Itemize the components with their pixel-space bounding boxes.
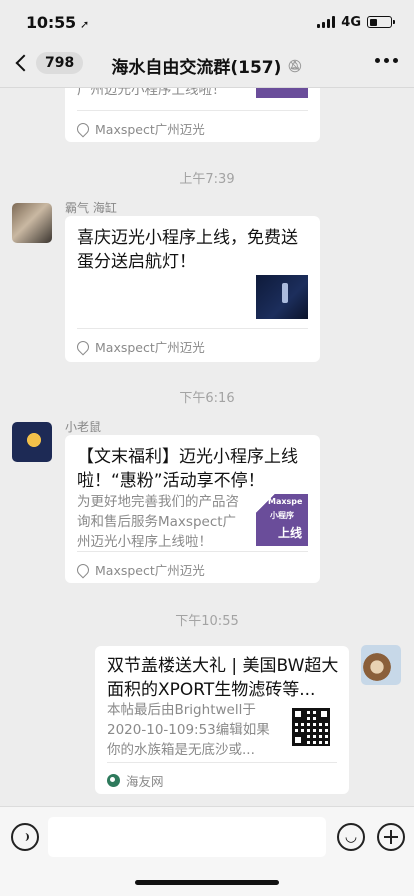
link-card[interactable]: 【文末福利】迈光小程序上线啦！“惠粉”活动享不停！ 为更好地完善我们的产品咨询和…: [65, 435, 320, 583]
timestamp: 下午6:16: [179, 391, 235, 406]
sender-name: 小老鼠: [65, 420, 102, 434]
thumbnail-text: 上线: [278, 526, 303, 540]
thumbnail-text: 小程序: [270, 511, 294, 520]
card-description: 广州迈光小程序上线啦！: [77, 88, 226, 98]
timestamp: 下午10:55: [175, 614, 239, 629]
card-description: 本帖最后由Brightwell于2020-10-109:53编辑如果你的水族箱是…: [107, 702, 270, 758]
qr-corner: [292, 734, 304, 746]
link-card[interactable]: 广州迈光小程序上线啦！ Maxspect广州迈光: [65, 88, 320, 142]
qr-corner: [292, 708, 304, 720]
card-thumbnail: [256, 275, 308, 319]
emoji-button[interactable]: ◡: [337, 823, 365, 851]
link-card[interactable]: 喜庆迈光小程序上线，免费送蛋分送启航灯！ Maxspect广州迈光: [65, 216, 320, 362]
card-description: 为更好地完善我们的产品咨询和售后服务Maxspect广州迈光小程序上线啦！: [77, 494, 239, 550]
dot-icon: [375, 58, 380, 63]
chevron-left-icon: [15, 54, 33, 72]
battery-icon: [367, 16, 395, 28]
voice-wave-icon: [21, 833, 29, 841]
chat-title[interactable]: 海水自由交流群(157) 🔕︎: [111, 53, 302, 78]
card-source: Maxspect广州迈光: [74, 110, 308, 138]
location-arrow-icon: ➚: [79, 17, 89, 31]
card-title: 【文末福利】迈光小程序上线啦！“惠粉”活动享不停！: [77, 447, 298, 491]
avatar[interactable]: [12, 422, 52, 462]
card-source: Maxspect广州迈光: [74, 328, 308, 356]
card-source: Maxspect广州迈光: [74, 551, 308, 579]
card-source: 海友网: [107, 762, 337, 790]
back-button[interactable]: 798: [12, 52, 84, 74]
message-input[interactable]: [48, 817, 326, 857]
network-type: 4G: [341, 14, 361, 30]
sender-name: 霸气 海缸: [65, 201, 117, 215]
smile-icon: ◡: [344, 829, 358, 845]
chat-title-text: 海水自由交流群(157): [111, 58, 282, 78]
card-thumbnail: Maxspe 小程序 上线: [256, 494, 308, 546]
status-bar: 10:55 ➚ 4G: [0, 0, 414, 44]
card-thumbnail: [256, 88, 308, 98]
status-indicators: 4G: [317, 14, 395, 30]
mini-program-icon: [74, 561, 92, 578]
avatar[interactable]: [361, 645, 401, 685]
mini-program-icon: [74, 120, 92, 137]
mute-bell-icon: 🔕︎: [287, 58, 303, 73]
site-logo-icon: [107, 774, 120, 787]
card-source-label: Maxspect广州迈光: [95, 563, 205, 578]
qr-code-thumbnail: [288, 704, 334, 750]
signal-strength-icon: [317, 16, 336, 28]
card-title: 双节盖楼送大礼 | 美国BW超大面积的XPORT生物滤砖等...: [107, 656, 339, 700]
unread-count-badge: 798: [36, 52, 84, 74]
mini-program-icon: [74, 338, 92, 355]
timestamp: 上午7:39: [179, 172, 235, 187]
more-actions-button[interactable]: [377, 823, 405, 851]
message-list[interactable]: 广州迈光小程序上线啦！ Maxspect广州迈光 上午7:39 霸气 海缸 喜庆…: [0, 88, 414, 806]
card-source-label: Maxspect广州迈光: [95, 122, 205, 137]
card-title: 喜庆迈光小程序上线，免费送蛋分送启航灯！: [77, 228, 298, 272]
avatar[interactable]: [12, 203, 52, 243]
dot-icon: [393, 58, 398, 63]
status-time: 10:55 ➚: [26, 13, 89, 32]
thumbnail-text: Maxspe: [268, 497, 303, 506]
voice-input-button[interactable]: [11, 823, 39, 851]
qr-corner: [318, 708, 330, 720]
dot-icon: [384, 58, 389, 63]
home-indicator[interactable]: [135, 880, 279, 885]
clock-text: 10:55: [26, 12, 76, 32]
card-source-label: Maxspect广州迈光: [95, 340, 205, 355]
more-options-button[interactable]: [375, 58, 398, 63]
chat-nav-bar: 798 海水自由交流群(157) 🔕︎: [0, 44, 414, 88]
link-card[interactable]: 双节盖楼送大礼 | 美国BW超大面积的XPORT生物滤砖等... 本帖最后由Br…: [95, 646, 349, 794]
card-source-label: 海友网: [126, 774, 164, 789]
